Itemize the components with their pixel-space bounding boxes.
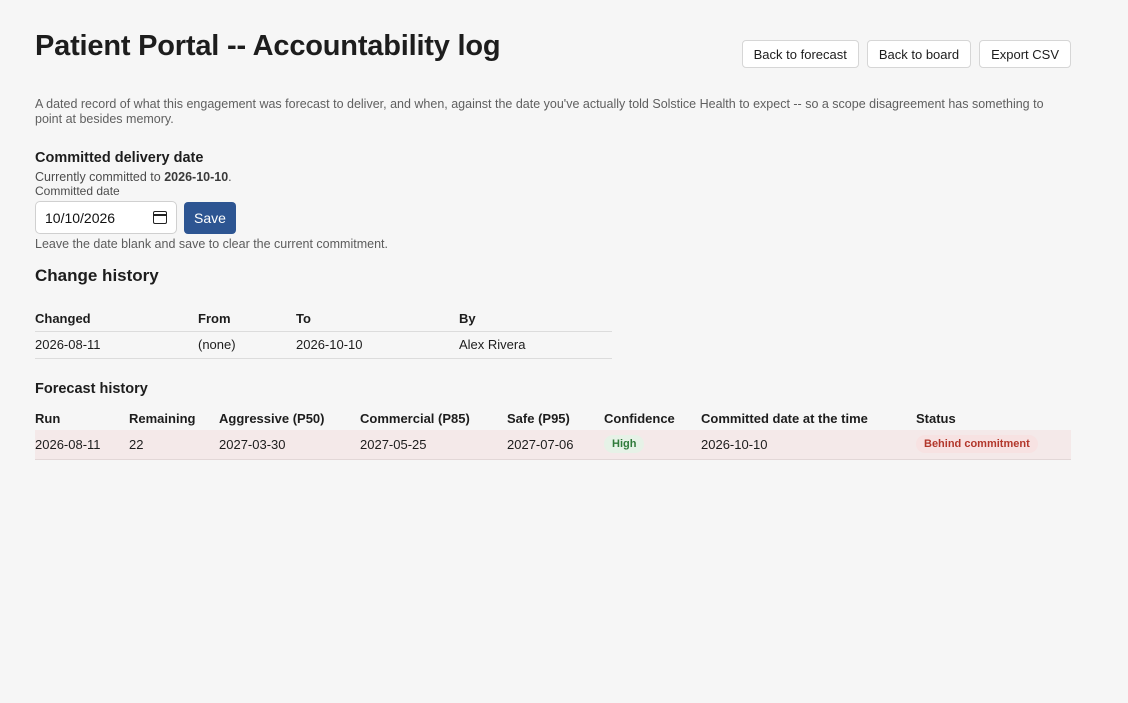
table-cell: Alex Rivera	[459, 331, 612, 359]
intro-text: A dated record of what this engagement w…	[35, 97, 1044, 126]
column-header: Committed date at the time	[701, 410, 868, 426]
column-header: Status	[916, 410, 956, 426]
column-header: By	[459, 306, 612, 332]
export-csv-button[interactable]: Export CSV	[979, 40, 1071, 68]
column-header: Changed	[35, 306, 198, 332]
header-actions: Back to forecast Back to board Export CS…	[741, 40, 1071, 68]
table-header-row: Changed From To By	[35, 306, 612, 332]
table-header-row: Run Remaining Aggressive (P50) Commercia…	[35, 406, 1071, 430]
confidence-badge: High	[604, 435, 645, 454]
table-cell: 2026-10-10	[296, 331, 459, 359]
table-cell: High	[604, 430, 701, 460]
commitment-hint: Leave the date blank and save to clear t…	[35, 237, 388, 251]
table-cell: 2027-05-25	[360, 430, 507, 460]
page-title: Patient Portal -- Accountability log	[35, 30, 501, 62]
calendar-icon[interactable]	[153, 211, 167, 224]
commitment-heading: Committed delivery date	[35, 150, 204, 166]
table-cell: Behind commitment	[916, 430, 1071, 460]
table-cell: 2027-03-30	[219, 430, 360, 460]
current-commitment-prefix: Currently committed to	[35, 170, 165, 184]
table-row: 2026-08-11 (none) 2026-10-10 Alex Rivera	[35, 331, 612, 359]
save-button[interactable]: Save	[184, 201, 236, 234]
column-header: Run	[35, 410, 61, 426]
column-header: Safe (P95)	[507, 410, 570, 426]
table-cell: 2026-08-11	[35, 430, 129, 460]
current-commitment-value: 2026-10-10	[164, 170, 229, 184]
current-commitment-suffix: .	[228, 170, 232, 184]
table-cell: 22	[129, 430, 219, 460]
table-cell: 2026-10-10	[701, 430, 916, 460]
table-cell: 2027-07-06	[507, 430, 604, 460]
table-row: 2026-08-11 22 2027-03-30 2027-05-25 2027…	[35, 430, 1071, 460]
column-header: Remaining	[129, 410, 196, 426]
committed-date-input[interactable]: 10/10/2026	[35, 201, 177, 234]
back-to-forecast-button[interactable]: Back to forecast	[741, 40, 859, 68]
change-history-heading: Change history	[35, 266, 159, 285]
committed-date-value: 10/10/2026	[45, 209, 116, 226]
committed-date-label: Committed date	[35, 184, 120, 198]
column-header: Confidence	[604, 410, 675, 426]
change-history-table: Changed From To By 2026-08-11 (none) 202…	[35, 306, 612, 359]
status-badge: Behind commitment	[916, 435, 1038, 454]
column-header: To	[296, 306, 459, 332]
forecast-history-heading: Forecast history	[35, 381, 148, 397]
forecast-history-table: Run Remaining Aggressive (P50) Commercia…	[35, 406, 1071, 460]
column-header: Commercial (P85)	[360, 410, 470, 426]
column-header: From	[198, 306, 296, 332]
column-header: Aggressive (P50)	[219, 410, 325, 426]
current-commitment: Currently committed to 2026-10-10.	[35, 170, 388, 184]
table-cell: 2026-08-11	[35, 331, 198, 359]
commitment-form: 10/10/2026 Save	[35, 201, 388, 234]
commitment-section: Committed delivery date Currently commit…	[35, 150, 388, 251]
back-to-board-button[interactable]: Back to board	[866, 40, 972, 68]
table-cell: (none)	[198, 331, 296, 359]
